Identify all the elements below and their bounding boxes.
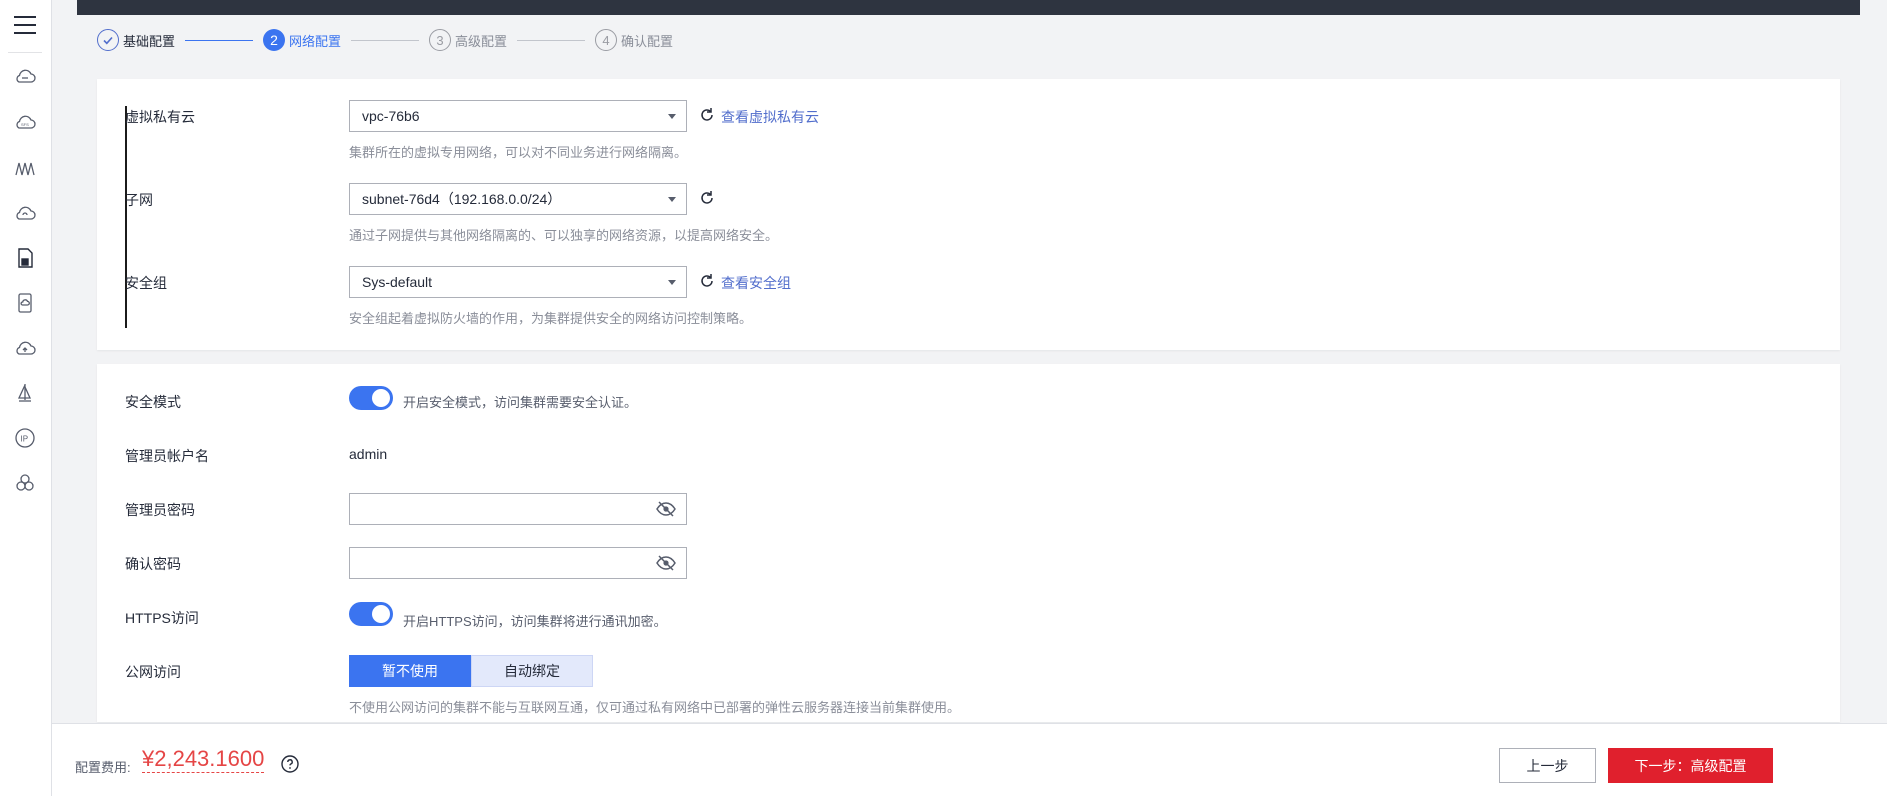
admin-password-label: 管理员密码 <box>125 502 195 518</box>
admin-account-label: 管理员帐户名 <box>125 448 209 464</box>
fee-value[interactable]: ¥2,243.1600 <box>142 746 265 773</box>
next-button[interactable]: 下一步：高级配置 <box>1608 748 1773 783</box>
confirm-password-field[interactable] <box>349 547 687 579</box>
security-mode-label: 安全模式 <box>125 394 181 410</box>
step-label: 确认配置 <box>621 33 674 49</box>
step-connector <box>351 39 420 41</box>
confirm-password-label: 确认密码 <box>125 556 181 572</box>
chevron-down-icon <box>668 197 676 202</box>
refresh-icon[interactable] <box>698 189 716 207</box>
subnet-hint: 通过子网提供与其他网络隔离的、可以独享的网络资源，以提高网络安全。 <box>349 228 779 243</box>
public-access-hint: 不使用公网访问的集群不能与互联网互通，仅可通过私有网络中已部署的弹性云服务器连接… <box>349 700 961 715</box>
svg-text:SFS: SFS <box>21 122 29 127</box>
network-config-card: 虚拟私有云 vpc-76b6 查看虚拟私有云 集群所在的虚拟专用网络，可以对不同… <box>97 79 1840 350</box>
security-group-select[interactable]: Sys-default <box>349 266 687 298</box>
https-label: HTTPS访问 <box>125 610 199 626</box>
cloud-service-icon[interactable] <box>12 64 38 90</box>
fee-label: 配置费用: <box>75 760 131 775</box>
step-label: 基础配置 <box>123 33 176 49</box>
security-group-label: 安全组 <box>125 275 167 291</box>
document-chart-icon[interactable] <box>12 245 38 271</box>
ip-icon[interactable]: IP <box>12 425 38 451</box>
nodes-icon[interactable] <box>12 155 38 181</box>
refresh-icon[interactable] <box>698 106 716 124</box>
vpc-select-value: vpc-76b6 <box>362 108 420 124</box>
security-mode-text: 开启安全模式，访问集群需要安全认证。 <box>403 395 638 410</box>
cloud-sfs-icon[interactable]: SFS <box>12 110 38 136</box>
toggle-knob <box>372 389 390 407</box>
step-connector <box>185 39 254 41</box>
admin-password-field[interactable] <box>349 493 687 525</box>
security-group-select-value: Sys-default <box>362 274 433 290</box>
chevron-down-icon <box>668 280 676 285</box>
subnet-label: 子网 <box>125 192 153 208</box>
help-icon[interactable] <box>281 755 299 773</box>
step-label: 高级配置 <box>455 33 508 49</box>
step-confirm-config[interactable]: 4 确认配置 <box>595 29 673 51</box>
step-advanced-config[interactable]: 3 高级配置 <box>429 29 507 51</box>
cloud-sync-icon[interactable] <box>12 200 38 226</box>
hamburger-menu-icon[interactable] <box>14 16 36 38</box>
public-access-option-none[interactable]: 暂不使用 <box>349 655 471 687</box>
check-icon <box>97 29 119 51</box>
vpc-label: 虚拟私有云 <box>125 109 195 125</box>
sidebar-divider <box>8 52 42 53</box>
step-number: 3 <box>429 29 452 51</box>
security-mode-toggle[interactable] <box>349 386 393 410</box>
svg-text:IP: IP <box>21 435 29 444</box>
step-basic-config[interactable]: 基础配置 <box>97 29 175 51</box>
sail-icon[interactable] <box>12 380 38 406</box>
wizard-steps: 基础配置 2 网络配置 3 高级配置 4 确认配置 <box>97 27 673 53</box>
view-vpc-link[interactable]: 查看虚拟私有云 <box>721 107 819 127</box>
security-group-hint: 安全组起着虚拟防火墙的作用，为集群提供安全的网络访问控制策略。 <box>349 311 753 326</box>
previous-button[interactable]: 上一步 <box>1499 748 1596 783</box>
cloud-upload-icon[interactable] <box>12 335 38 361</box>
eye-off-icon[interactable] <box>656 501 676 517</box>
chevron-down-icon <box>668 114 676 119</box>
eye-off-icon[interactable] <box>656 555 676 571</box>
section-marker <box>125 106 127 328</box>
toggle-knob <box>372 605 390 623</box>
refresh-icon[interactable] <box>698 272 716 290</box>
step-number: 2 <box>263 29 286 51</box>
view-security-group-link[interactable]: 查看安全组 <box>721 273 791 293</box>
admin-account-value: admin <box>349 446 388 462</box>
footer-bar: 配置费用: ¥2,243.1600 上一步 下一步：高级配置 <box>52 723 1887 796</box>
public-access-option-auto[interactable]: 自动绑定 <box>471 655 593 687</box>
vpc-hint: 集群所在的虚拟专用网络，可以对不同业务进行网络隔离。 <box>349 145 688 160</box>
https-text: 开启HTTPS访问，访问集群将进行通讯加密。 <box>403 614 667 629</box>
vpc-select[interactable]: vpc-76b6 <box>349 100 687 132</box>
cluster-circles-icon[interactable] <box>12 470 38 496</box>
subnet-select-value: subnet-76d4（192.168.0.0/24） <box>362 191 562 207</box>
step-network-config[interactable]: 2 网络配置 <box>263 29 341 51</box>
public-access-segmented: 暂不使用 自动绑定 <box>349 655 593 687</box>
subnet-select[interactable]: subnet-76d4（192.168.0.0/24） <box>349 183 687 215</box>
step-connector <box>517 39 586 41</box>
device-cloud-icon[interactable] <box>12 290 38 316</box>
https-toggle[interactable] <box>349 602 393 626</box>
public-access-label: 公网访问 <box>125 664 181 680</box>
security-config-card: 安全模式 开启安全模式，访问集群需要安全认证。 管理员帐户名 admin 管理员… <box>97 364 1840 722</box>
left-sidebar: SFS IP <box>0 0 52 796</box>
step-label: 网络配置 <box>289 33 342 49</box>
step-number: 4 <box>595 29 618 51</box>
top-header-bar <box>77 0 1860 15</box>
